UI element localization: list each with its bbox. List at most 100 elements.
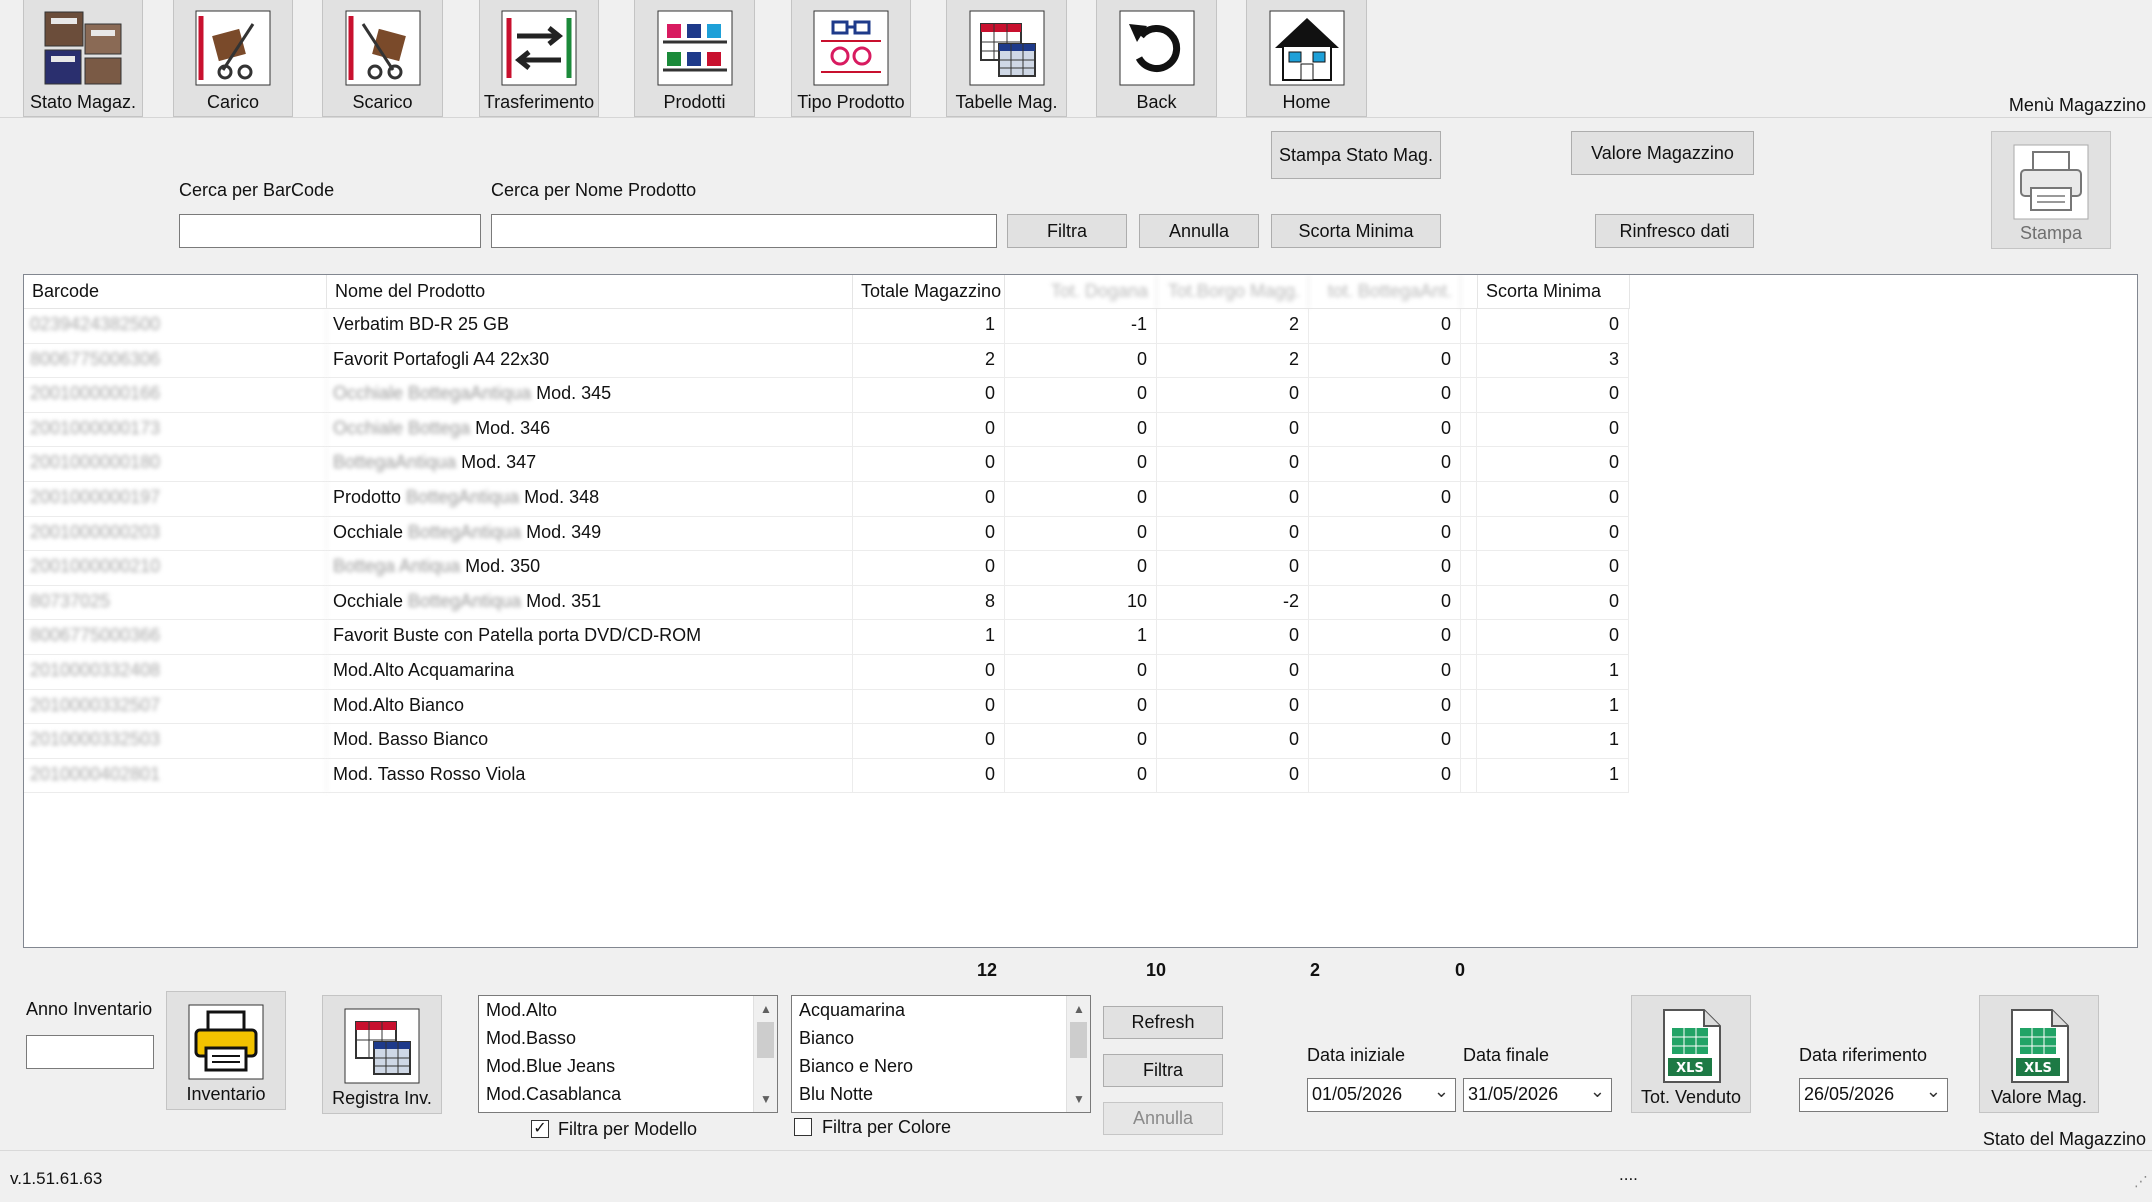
table-row[interactable]: 8006775000366 Favorit Buste con Patella p…: [24, 620, 1629, 655]
filtra-modello-checkbox[interactable]: ✓: [531, 1120, 549, 1138]
total-dogana: 10: [1145, 960, 1166, 980]
totale-magazzino-cell: 0: [853, 516, 1005, 551]
table-row[interactable]: 2001000000166 Occhiale BottegaAntiqua Mod…: [24, 378, 1629, 413]
data-riferimento-value: 26/05/2026: [1804, 1084, 1895, 1104]
table-row[interactable]: 2001000000210 Bottega Antiqua Mod. 350 0 0 0…: [24, 551, 1629, 586]
anno-inventario-input[interactable]: [26, 1035, 154, 1069]
annulla-bottom-button[interactable]: Annulla: [1103, 1102, 1223, 1135]
barcode-search-input[interactable]: [179, 214, 481, 248]
header-nome-prodotto[interactable]: Nome del Prodotto: [327, 275, 853, 309]
table-row[interactable]: 2010000332507 Mod.Alto Bianco 0 0 0 0 1: [24, 689, 1629, 725]
product-name-cell: BottegaAntiqua Mod. 347: [327, 447, 853, 481]
resize-grip-icon[interactable]: ⋰: [2134, 1173, 2148, 1190]
magazzino-grid[interactable]: Barcode Nome del Prodotto Totale Magazzi…: [23, 274, 2138, 948]
filtra-bottom-button[interactable]: Filtra: [1103, 1054, 1223, 1087]
back-button[interactable]: Back: [1096, 0, 1217, 117]
table-row[interactable]: 80737025 Occhiale BottegAntiqua Mod. 351 8…: [24, 585, 1629, 621]
scorta-minima-cell: 0: [1477, 447, 1629, 481]
annulla-button[interactable]: Annulla: [1139, 214, 1259, 248]
scroll-up-icon[interactable]: ▲: [754, 998, 777, 1020]
data-finale-picker[interactable]: 31/05/2026 ⌄: [1463, 1078, 1612, 1112]
totale-magazzino-cell: 0: [853, 758, 1005, 793]
product-name-cell: Verbatim BD-R 25 GB: [327, 309, 853, 343]
tot-bottega-cell: 0: [1309, 689, 1461, 724]
data-iniziale-picker[interactable]: 01/05/2026 ⌄: [1307, 1078, 1456, 1112]
carico-button[interactable]: Carico: [173, 0, 293, 117]
valore-mag-button[interactable]: XLS Valore Mag.: [1979, 995, 2099, 1113]
scorta-minima-cell: 1: [1477, 758, 1629, 793]
list-item[interactable]: Mod.Casablanca: [479, 1080, 777, 1108]
name-search-input[interactable]: [491, 214, 997, 248]
header-barcode[interactable]: Barcode: [24, 275, 327, 309]
table-row[interactable]: 2001000000173 Occhiale Bottega Mod. 346 0 0…: [24, 412, 1629, 448]
scorta-minima-button[interactable]: Scorta Minima: [1271, 214, 1441, 248]
scroll-up-icon[interactable]: ▲: [1067, 998, 1090, 1020]
table-row[interactable]: 2001000000203 Occhiale BottegAntiqua Mod.…: [24, 516, 1629, 552]
list-item[interactable]: Blu Notte: [792, 1080, 1090, 1108]
home-button[interactable]: Home: [1246, 0, 1367, 117]
spacer-cell: [1461, 481, 1477, 516]
stampa-stato-mag-button[interactable]: Stampa Stato Mag.: [1271, 131, 1441, 179]
model-listbox-scrollbar[interactable]: ▲ ▼: [753, 996, 777, 1112]
carico-label: Carico: [206, 92, 259, 112]
model-listbox[interactable]: Mod.Alto Mod.Basso Mod.Blue Jeans Mod.Ca…: [478, 995, 778, 1113]
table-row[interactable]: 2010000332503 Mod. Basso Bianco 0 0 0 0 1: [24, 724, 1629, 759]
list-item[interactable]: Mod.Alto: [479, 996, 777, 1024]
registra-inv-button[interactable]: Registra Inv.: [322, 995, 442, 1114]
table-row[interactable]: 2001000000180 BottegaAntiqua Mod. 347 0 0 0 0…: [24, 447, 1629, 482]
table-row[interactable]: 8006775006306 Favorit Portafogli A4 22x30…: [24, 343, 1629, 379]
scroll-thumb[interactable]: [757, 1022, 774, 1058]
tot-bottega-cell: 0: [1309, 447, 1461, 481]
list-item[interactable]: Mod.Basso: [479, 1024, 777, 1052]
scroll-down-icon[interactable]: ▼: [754, 1088, 777, 1110]
tot-bottega-cell: 0: [1309, 378, 1461, 412]
tipo-prodotto-button[interactable]: Tipo Prodotto: [791, 0, 911, 117]
menu-title: Menù Magazzino: [2008, 95, 2146, 115]
chevron-down-icon[interactable]: ⌄: [1926, 1081, 1941, 1102]
chevron-down-icon[interactable]: ⌄: [1590, 1081, 1605, 1102]
header-tot-bottega[interactable]: tot. BottegaAnt.: [1309, 275, 1461, 309]
list-item[interactable]: Mod.Blue Jeans: [479, 1052, 777, 1080]
chevron-down-icon[interactable]: ⌄: [1434, 1081, 1449, 1102]
filtra-colore-checkbox[interactable]: [794, 1118, 812, 1136]
prodotti-button[interactable]: Prodotti: [634, 0, 755, 117]
header-tot-borgo[interactable]: Tot.Borgo Magg.: [1157, 275, 1309, 309]
header-totale-magazzino[interactable]: Totale Magazzino: [853, 275, 1005, 309]
table-row[interactable]: 2010000402801 Mod. Tasso Rosso Viola 0 0 0 0 1: [24, 758, 1629, 794]
filtra-colore-label: Filtra per Colore: [822, 1117, 952, 1137]
inventario-button[interactable]: Inventario: [166, 991, 286, 1110]
spacer-cell: [1461, 412, 1477, 447]
rinfresco-dati-button[interactable]: Rinfresco dati: [1595, 214, 1754, 248]
product-name-redacted: BottegAntiqua: [408, 521, 522, 542]
product-name-text: Mod.Alto Acquamarina: [333, 659, 515, 680]
valore-mag-label: Valore Mag.: [1991, 1087, 2087, 1107]
transfer-arrows-icon: [499, 8, 579, 88]
table-row[interactable]: 2010000332408 Mod.Alto Acquamarina 0 0 0 0 1: [24, 654, 1629, 690]
valore-magazzino-button[interactable]: Valore Magazzino: [1571, 131, 1754, 175]
data-riferimento-picker[interactable]: 26/05/2026 ⌄: [1799, 1078, 1948, 1112]
tot-borgo-cell: 0: [1157, 758, 1309, 793]
scroll-thumb[interactable]: [1070, 1022, 1087, 1058]
table-row[interactable]: 0239424382500 Verbatim BD-R 25 GB 1 -1 2 0 0: [24, 309, 1629, 344]
refresh-button[interactable]: Refresh: [1103, 1006, 1223, 1039]
list-item[interactable]: Bianco: [792, 1024, 1090, 1052]
color-listbox[interactable]: Acquamarina Bianco Bianco e Nero Blu Not…: [791, 995, 1091, 1113]
scroll-down-icon[interactable]: ▼: [1067, 1088, 1090, 1110]
product-name-redacted: Bottega Antiqua: [333, 556, 461, 577]
trasferimento-button[interactable]: Trasferimento: [479, 0, 599, 117]
scarico-button[interactable]: Scarico: [322, 0, 443, 117]
tot-bottega-cell: 0: [1309, 343, 1461, 378]
scorta-minima-cell: 1: [1477, 689, 1629, 724]
table-row[interactable]: 2001000000197 Prodotto BottegAntiqua Mod.…: [24, 481, 1629, 517]
list-item[interactable]: Acquamarina: [792, 996, 1090, 1024]
name-search-label: Cerca per Nome Prodotto: [491, 180, 697, 200]
list-item[interactable]: Bianco e Nero: [792, 1052, 1090, 1080]
header-tot-dogana[interactable]: Tot. Dogana: [1005, 275, 1157, 309]
tot-venduto-button[interactable]: XLS Tot. Venduto: [1631, 995, 1751, 1113]
tabelle-mag-button[interactable]: Tabelle Mag.: [946, 0, 1067, 117]
stato-magazzino-button[interactable]: Stato Magaz.: [23, 0, 143, 117]
filtra-button[interactable]: Filtra: [1007, 214, 1127, 248]
color-listbox-scrollbar[interactable]: ▲ ▼: [1066, 996, 1090, 1112]
header-scorta-minima[interactable]: Scorta Minima: [1478, 275, 1630, 309]
stampa-button[interactable]: Stampa: [1991, 131, 2111, 249]
